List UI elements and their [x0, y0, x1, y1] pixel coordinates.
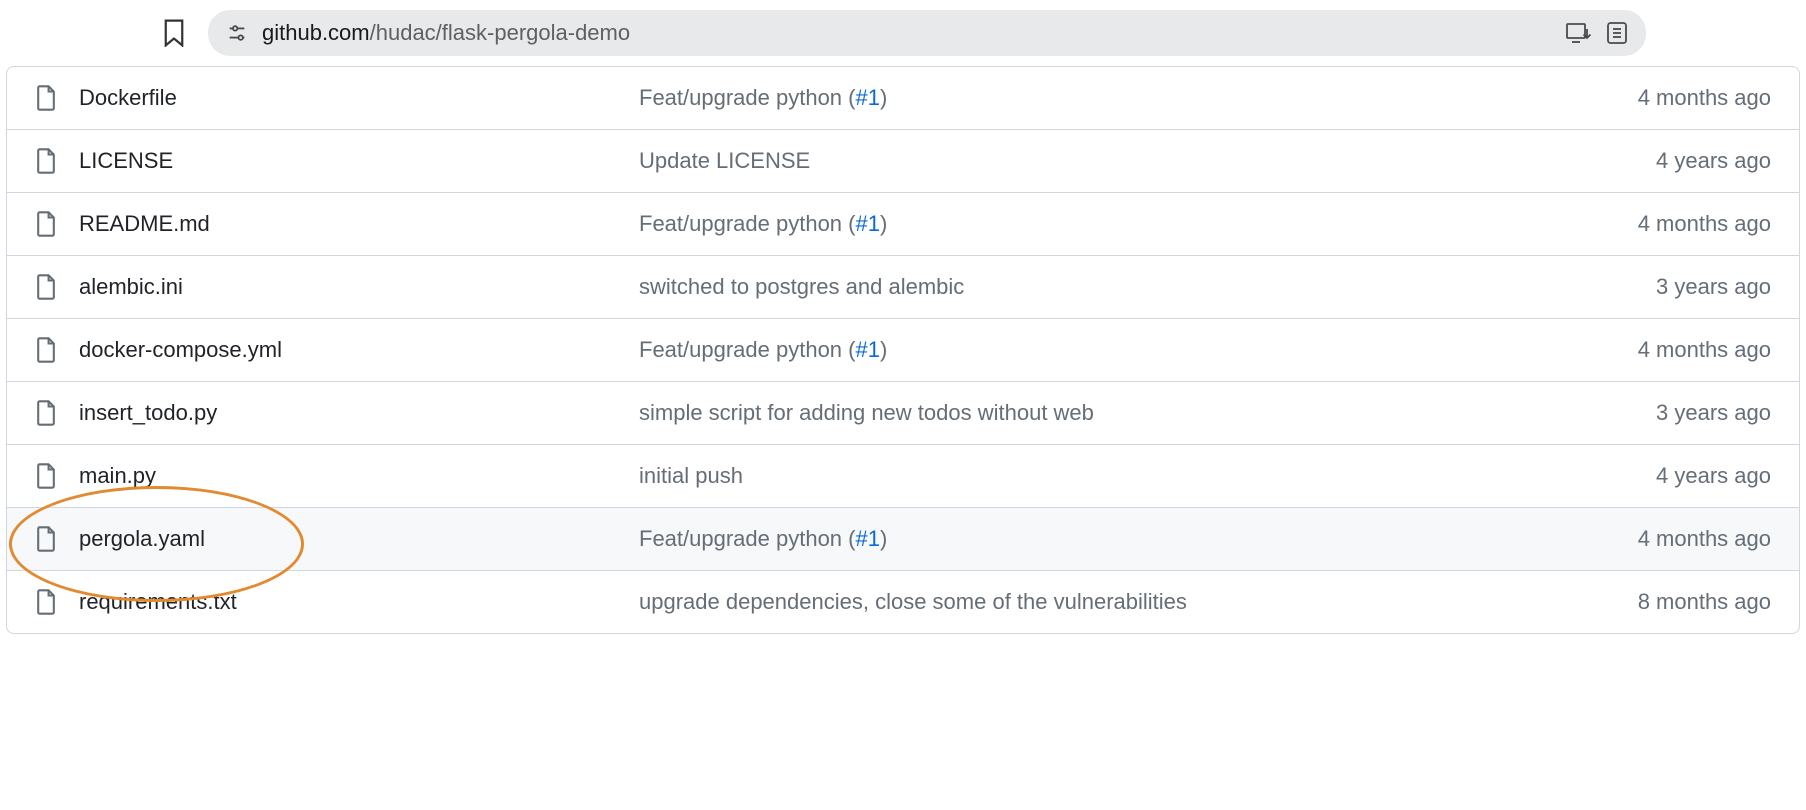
file-icon	[35, 85, 57, 111]
commit-text: Feat/upgrade python (	[639, 85, 855, 110]
commit-text: Feat/upgrade python (	[639, 211, 855, 236]
bookmark-icon[interactable]	[160, 19, 188, 47]
commit-text: Update LICENSE	[639, 148, 810, 173]
file-name[interactable]: Dockerfile	[79, 85, 639, 111]
commit-text-suffix: )	[880, 85, 887, 110]
file-commit-message[interactable]: Feat/upgrade python (#1)	[639, 526, 1551, 552]
install-app-icon[interactable]	[1566, 22, 1592, 44]
file-icon	[35, 148, 57, 174]
file-name[interactable]: alembic.ini	[79, 274, 639, 300]
commit-text-suffix: )	[880, 211, 887, 236]
file-commit-message[interactable]: Update LICENSE	[639, 148, 1551, 174]
file-timestamp: 4 months ago	[1551, 85, 1771, 111]
file-commit-message[interactable]: switched to postgres and alembic	[639, 274, 1551, 300]
file-commit-message[interactable]: Feat/upgrade python (#1)	[639, 85, 1551, 111]
reader-mode-icon[interactable]	[1606, 21, 1628, 45]
file-name[interactable]: docker-compose.yml	[79, 337, 639, 363]
commit-text: simple script for adding new todos witho…	[639, 400, 1094, 425]
file-name[interactable]: main.py	[79, 463, 639, 489]
file-name[interactable]: README.md	[79, 211, 639, 237]
file-name[interactable]: LICENSE	[79, 148, 639, 174]
file-icon	[35, 274, 57, 300]
url-bar[interactable]: github.com/hudac/flask-pergola-demo	[208, 10, 1646, 56]
commit-text: Feat/upgrade python (	[639, 337, 855, 362]
file-icon	[35, 211, 57, 237]
file-row[interactable]: main.pyinitial push 4 years ago	[7, 445, 1799, 508]
file-row[interactable]: requirements.txtupgrade dependencies, cl…	[7, 571, 1799, 633]
file-name[interactable]: insert_todo.py	[79, 400, 639, 426]
file-icon	[35, 337, 57, 363]
file-timestamp: 4 years ago	[1551, 463, 1771, 489]
url-text: github.com/hudac/flask-pergola-demo	[262, 20, 1552, 46]
file-timestamp: 8 months ago	[1551, 589, 1771, 615]
file-timestamp: 4 years ago	[1551, 148, 1771, 174]
file-name[interactable]: pergola.yaml	[79, 526, 639, 552]
file-timestamp: 3 years ago	[1551, 274, 1771, 300]
file-icon	[35, 463, 57, 489]
commit-text-suffix: )	[880, 526, 887, 551]
file-commit-message[interactable]: simple script for adding new todos witho…	[639, 400, 1551, 426]
file-commit-message[interactable]: upgrade dependencies, close some of the …	[639, 589, 1551, 615]
commit-text: upgrade dependencies, close some of the …	[639, 589, 1187, 614]
pr-link[interactable]: #1	[855, 526, 879, 551]
commit-text: initial push	[639, 463, 743, 488]
commit-text: Feat/upgrade python (	[639, 526, 855, 551]
file-commit-message[interactable]: initial push	[639, 463, 1551, 489]
file-commit-message[interactable]: Feat/upgrade python (#1)	[639, 337, 1551, 363]
file-row[interactable]: DockerfileFeat/upgrade python (#1)4 mont…	[7, 67, 1799, 130]
site-settings-icon[interactable]	[226, 22, 248, 44]
file-icon	[35, 526, 57, 552]
file-timestamp: 3 years ago	[1551, 400, 1771, 426]
file-commit-message[interactable]: Feat/upgrade python (#1)	[639, 211, 1551, 237]
url-domain: github.com	[262, 20, 370, 45]
commit-text: switched to postgres and alembic	[639, 274, 964, 299]
browser-toolbar: github.com/hudac/flask-pergola-demo	[0, 0, 1806, 66]
file-row[interactable]: pergola.yamlFeat/upgrade python (#1)4 mo…	[7, 508, 1799, 571]
pr-link[interactable]: #1	[855, 337, 879, 362]
file-timestamp: 4 months ago	[1551, 337, 1771, 363]
file-list: DockerfileFeat/upgrade python (#1)4 mont…	[6, 66, 1800, 634]
file-row[interactable]: alembic.iniswitched to postgres and alem…	[7, 256, 1799, 319]
file-name[interactable]: requirements.txt	[79, 589, 639, 615]
file-icon	[35, 400, 57, 426]
commit-text-suffix: )	[880, 337, 887, 362]
pr-link[interactable]: #1	[855, 211, 879, 236]
file-row[interactable]: LICENSEUpdate LICENSE 4 years ago	[7, 130, 1799, 193]
file-row[interactable]: insert_todo.pysimple script for adding n…	[7, 382, 1799, 445]
pr-link[interactable]: #1	[855, 85, 879, 110]
file-timestamp: 4 months ago	[1551, 526, 1771, 552]
file-row[interactable]: README.mdFeat/upgrade python (#1)4 month…	[7, 193, 1799, 256]
file-timestamp: 4 months ago	[1551, 211, 1771, 237]
file-icon	[35, 589, 57, 615]
file-row[interactable]: docker-compose.ymlFeat/upgrade python (#…	[7, 319, 1799, 382]
url-path: /hudac/flask-pergola-demo	[370, 20, 630, 45]
